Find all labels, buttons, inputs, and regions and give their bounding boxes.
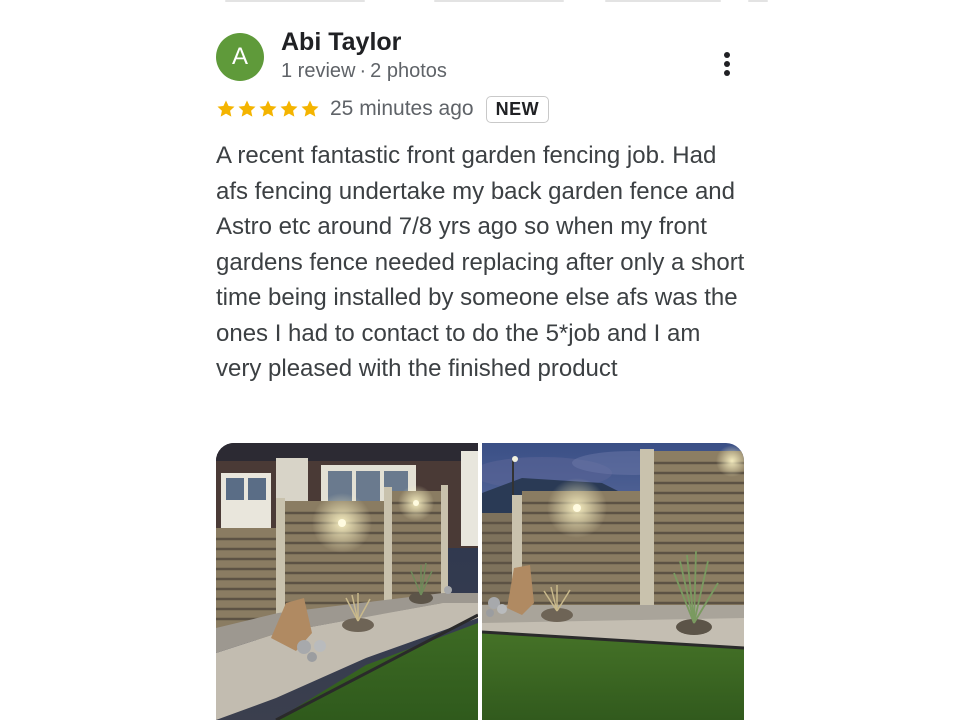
star-icon (259, 100, 277, 117)
review-text: A recent fantastic front garden fencing … (216, 142, 745, 382)
star-icon (280, 100, 298, 117)
review-photo-1[interactable] (216, 443, 478, 720)
star-icon (301, 100, 319, 117)
star-icon (238, 100, 256, 117)
review-time: 25 minutes ago (330, 97, 474, 120)
review-count: 1 review (281, 60, 356, 82)
garden-fence-photo-2 (482, 443, 744, 720)
reviewer-name[interactable]: Abi Taylor (281, 28, 401, 57)
meta-separator: · (359, 60, 367, 82)
garden-fence-photo-1 (216, 443, 478, 720)
new-badge: NEW (485, 95, 550, 123)
top-tab-indicators (0, 0, 960, 4)
review-photo-2[interactable] (482, 443, 744, 720)
avatar[interactable]: A (216, 33, 264, 81)
photo-count: 2 photos (370, 60, 447, 82)
avatar-initial: A (231, 43, 248, 70)
rating-row: 25 minutes ago NEW (216, 92, 550, 126)
reviewer-meta: 1 review · 2 photos (281, 60, 447, 83)
more-options-button[interactable] (712, 46, 742, 82)
star-icon (217, 100, 235, 117)
star-rating (216, 99, 320, 119)
